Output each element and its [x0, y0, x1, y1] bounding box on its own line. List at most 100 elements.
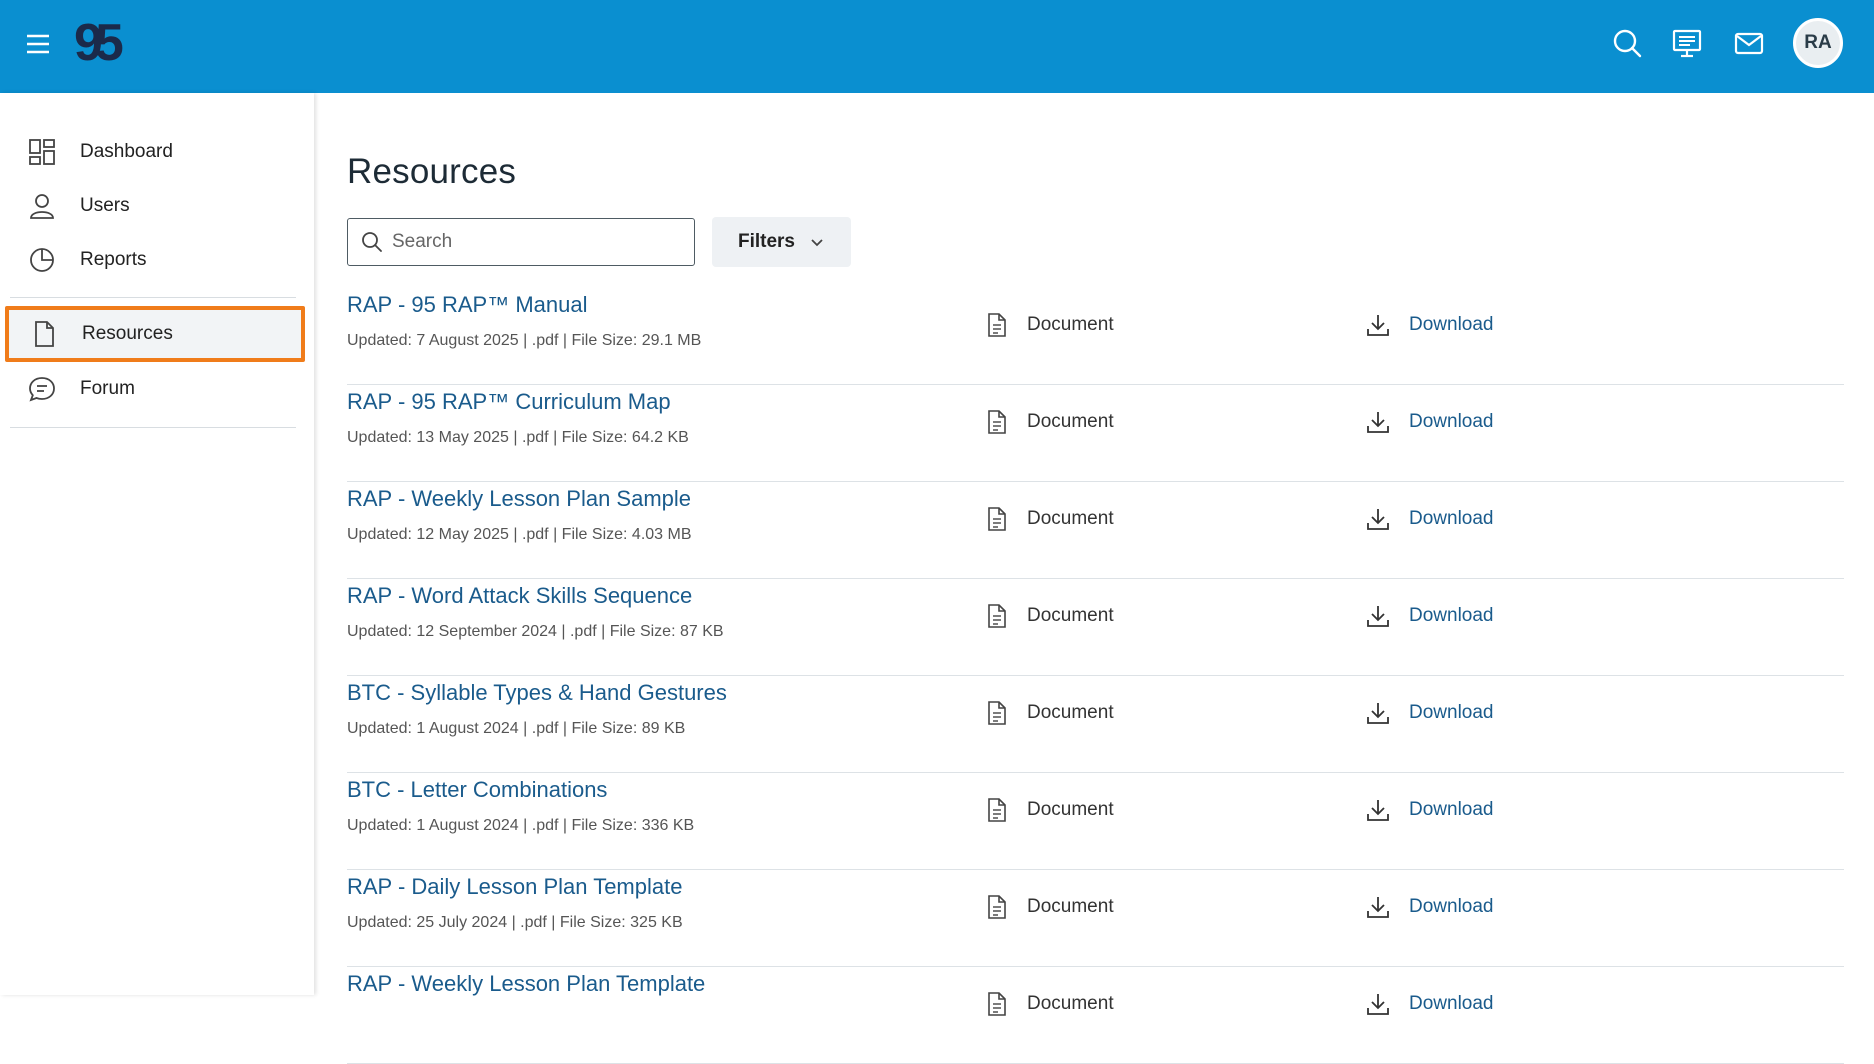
chat-icon [29, 377, 55, 402]
download-label: Download [1409, 799, 1494, 820]
sidebar: Dashboard Users Reports Resources Forum [0, 93, 314, 995]
resource-type: Document [985, 502, 1114, 536]
avatar[interactable]: RA [1793, 18, 1843, 68]
sidebar-item-forum[interactable]: Forum [10, 364, 296, 414]
document-icon [988, 604, 1006, 628]
resource-row: RAP - 95 RAP™ Curriculum Map Updated: 13… [347, 385, 1844, 482]
sidebar-item-label: Reports [80, 249, 147, 270]
resource-meta: Updated: 7 August 2025 | .pdf | File Siz… [347, 332, 702, 349]
resource-title-link[interactable]: RAP - Weekly Lesson Plan Template [347, 971, 705, 997]
sidebar-item-label: Forum [80, 378, 135, 399]
sidebar-item-label: Dashboard [80, 141, 173, 162]
resource-meta: Updated: 1 August 2024 | .pdf | File Siz… [347, 817, 695, 834]
sidebar-item-users[interactable]: Users [10, 181, 296, 231]
resource-title-link[interactable]: RAP - 95 RAP™ Manual [347, 292, 587, 318]
resource-type: Document [985, 599, 1114, 633]
download-label: Download [1409, 411, 1494, 432]
resource-row: RAP - Daily Lesson Plan Template Updated… [347, 870, 1844, 967]
resource-title-link[interactable]: RAP - Daily Lesson Plan Template [347, 874, 682, 900]
download-label: Download [1409, 605, 1494, 626]
pie-chart-icon [30, 248, 54, 272]
resource-meta: Updated: 25 July 2024 | .pdf | File Size… [347, 914, 683, 931]
chevron-down-icon [811, 239, 823, 247]
resource-title-link[interactable]: BTC - Letter Combinations [347, 777, 607, 803]
resource-list: RAP - 95 RAP™ Manual Updated: 7 August 2… [347, 288, 1844, 1064]
document-icon [988, 798, 1006, 822]
download-icon [1367, 703, 1389, 724]
download-button[interactable]: Download [1365, 890, 1494, 924]
user-icon [30, 194, 54, 219]
download-button[interactable]: Download [1365, 599, 1494, 633]
search-icon [362, 232, 382, 252]
download-label: Download [1409, 993, 1494, 1014]
menu-icon[interactable] [24, 30, 52, 58]
sidebar-item-dashboard[interactable]: Dashboard [10, 127, 296, 177]
download-label: Download [1409, 508, 1494, 529]
download-icon [1367, 315, 1389, 336]
resource-type: Document [985, 696, 1114, 730]
resource-meta: Updated: 12 September 2024 | .pdf | File… [347, 623, 724, 640]
resource-type: Document [985, 793, 1114, 827]
resource-meta: Updated: 13 May 2025 | .pdf | File Size:… [347, 429, 689, 446]
download-label: Download [1409, 702, 1494, 723]
download-icon [1367, 412, 1389, 433]
sidebar-item-label: Resources [82, 323, 173, 344]
document-icon [988, 895, 1006, 919]
resource-type: Document [985, 308, 1114, 342]
sidebar-item-resources[interactable]: Resources [5, 306, 305, 362]
sidebar-item-reports[interactable]: Reports [10, 235, 296, 285]
dashboard-icon [29, 139, 55, 165]
resource-type-label: Document [1027, 993, 1114, 1014]
resource-meta: Updated: 12 May 2025 | .pdf | File Size:… [347, 526, 692, 543]
download-button[interactable]: Download [1365, 502, 1494, 536]
download-button[interactable]: Download [1365, 308, 1494, 342]
sidebar-item-label: Users [80, 195, 130, 216]
top-bar: 95 RA [0, 0, 1874, 93]
resource-type-label: Document [1027, 314, 1114, 335]
download-label: Download [1409, 896, 1494, 917]
resource-row: RAP - Word Attack Skills Sequence Update… [347, 579, 1844, 676]
search-field[interactable] [347, 218, 695, 266]
download-label: Download [1409, 314, 1494, 335]
document-icon [988, 507, 1006, 531]
resource-type: Document [985, 405, 1114, 439]
download-icon [1367, 897, 1389, 918]
svg-text:95: 95 [74, 14, 123, 72]
download-icon [1367, 509, 1389, 530]
resource-title-link[interactable]: BTC - Syllable Types & Hand Gestures [347, 680, 727, 706]
download-button[interactable]: Download [1365, 696, 1494, 730]
resource-type-label: Document [1027, 411, 1114, 432]
resource-row: RAP - Weekly Lesson Plan Sample Updated:… [347, 482, 1844, 579]
sidebar-divider [10, 297, 296, 298]
resource-type-label: Document [1027, 702, 1114, 723]
download-button[interactable]: Download [1365, 405, 1494, 439]
document-icon [988, 701, 1006, 725]
resource-title-link[interactable]: RAP - Weekly Lesson Plan Sample [347, 486, 691, 512]
mail-icon[interactable] [1732, 26, 1766, 60]
search-icon[interactable] [1610, 26, 1644, 60]
resource-type-label: Document [1027, 799, 1114, 820]
download-button[interactable]: Download [1365, 793, 1494, 827]
resource-row: RAP - Weekly Lesson Plan Template Docume… [347, 967, 1844, 1064]
download-button[interactable]: Download [1365, 987, 1494, 1021]
resource-type: Document [985, 890, 1114, 924]
resource-meta: Updated: 1 August 2024 | .pdf | File Siz… [347, 720, 686, 737]
resource-row: RAP - 95 RAP™ Manual Updated: 7 August 2… [347, 288, 1844, 385]
presentation-icon[interactable] [1670, 26, 1704, 60]
filters-button[interactable]: Filters [712, 217, 851, 267]
document-icon [988, 313, 1006, 337]
resource-row: BTC - Syllable Types & Hand Gestures Upd… [347, 676, 1844, 773]
page-title: Resources [347, 152, 517, 191]
resource-type-label: Document [1027, 605, 1114, 626]
document-icon [988, 410, 1006, 434]
download-icon [1367, 606, 1389, 627]
resource-row: BTC - Letter Combinations Updated: 1 Aug… [347, 773, 1844, 870]
resource-title-link[interactable]: RAP - Word Attack Skills Sequence [347, 583, 692, 609]
logo[interactable]: 95 [74, 14, 136, 72]
document-icon [35, 321, 54, 347]
resource-title-link[interactable]: RAP - 95 RAP™ Curriculum Map [347, 389, 671, 415]
resource-type-label: Document [1027, 896, 1114, 917]
download-icon [1367, 800, 1389, 821]
resource-type-label: Document [1027, 508, 1114, 529]
search-input[interactable] [390, 230, 674, 254]
